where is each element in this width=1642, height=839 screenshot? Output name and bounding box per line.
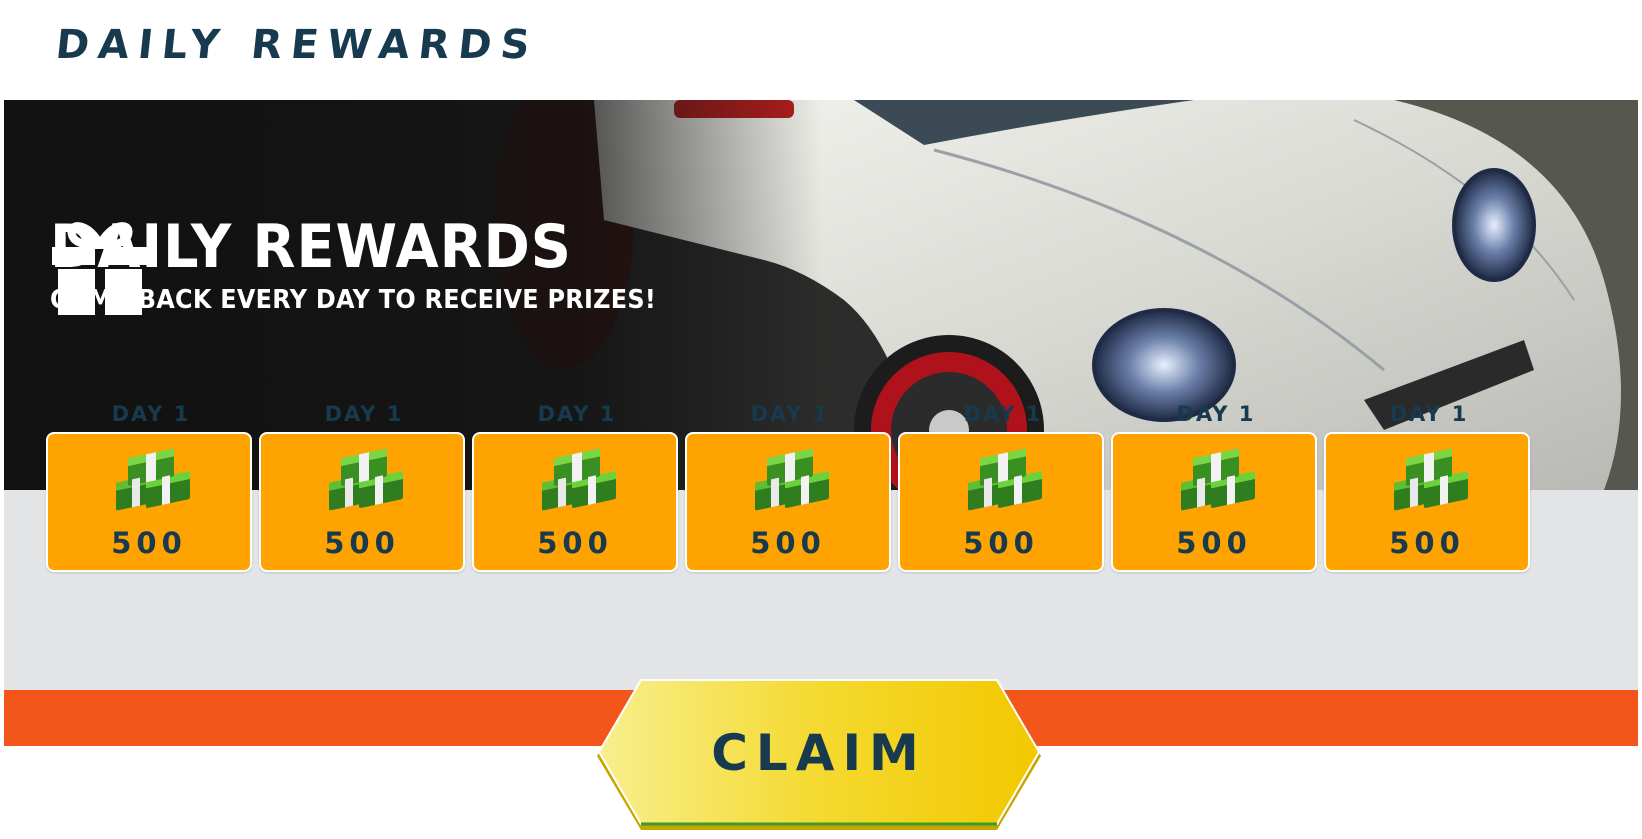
reward-card: 500 <box>1111 432 1317 572</box>
reward-day: DAY 1 500 <box>1111 402 1321 572</box>
reward-day: DAY 1 500 <box>259 402 469 572</box>
day-label: DAY 1 <box>1176 402 1256 426</box>
reward-day: DAY 1 500 <box>46 402 256 572</box>
reward-amount: 500 <box>750 526 826 560</box>
cash-stack-icon <box>968 448 1042 511</box>
claim-button-label: CLAIM <box>711 724 927 782</box>
cash-stack-icon <box>755 448 829 511</box>
day-label: DAY 1 <box>324 402 404 426</box>
reward-day: DAY 1 500 <box>898 402 1108 572</box>
banner-title: DAILY REWARDS <box>50 212 572 282</box>
cash-stack-icon <box>329 448 403 511</box>
reward-card: 500 <box>259 432 465 572</box>
day-label: DAY 1 <box>750 402 830 426</box>
reward-day: DAY 1 500 <box>685 402 895 572</box>
reward-day: DAY 1 500 <box>1324 402 1534 572</box>
day-label: DAY 1 <box>537 402 617 426</box>
cash-stack-icon <box>542 448 616 511</box>
reward-amount: 500 <box>324 526 400 560</box>
banner-text: DAILY REWARDS COME BACK EVERY DAY TO REC… <box>50 217 709 315</box>
cash-stack-icon <box>1181 448 1255 511</box>
page-title: DAILY REWARDS <box>53 22 541 68</box>
reward-amount: 500 <box>963 526 1039 560</box>
cash-stack-icon <box>1394 448 1468 511</box>
reward-card: 500 <box>685 432 891 572</box>
reward-card: 500 <box>1324 432 1530 572</box>
reward-amount: 500 <box>1389 526 1465 560</box>
reward-amount: 500 <box>537 526 613 560</box>
reward-day: DAY 1 500 <box>472 402 682 572</box>
reward-amount: 500 <box>111 526 187 560</box>
day-label: DAY 1 <box>963 402 1043 426</box>
reward-card: 500 <box>898 432 1104 572</box>
reward-card: 500 <box>46 432 252 572</box>
claim-button[interactable]: CLAIM <box>595 678 1043 834</box>
reward-card: 500 <box>472 432 678 572</box>
cash-stack-icon <box>116 448 190 511</box>
banner-headline: DAILY REWARDS <box>50 212 709 315</box>
day-label: DAY 1 <box>1389 402 1469 426</box>
banner-subtitle: COME BACK EVERY DAY TO RECEIVE PRIZES! <box>50 285 657 315</box>
day-label: DAY 1 <box>111 402 191 426</box>
reward-amount: 500 <box>1176 526 1252 560</box>
